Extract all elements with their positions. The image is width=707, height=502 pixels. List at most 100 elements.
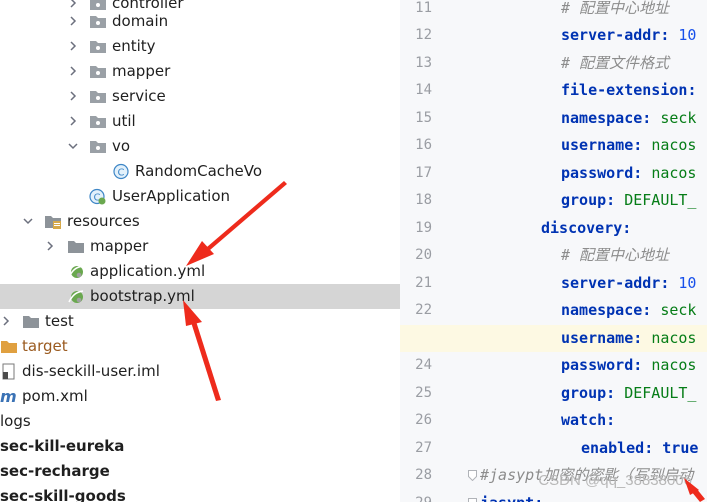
- yaml-key: :: [642, 301, 661, 319]
- folder-icon: [67, 238, 85, 255]
- code-line[interactable]: # 配置中心地址: [561, 242, 669, 270]
- line-number: 29: [400, 490, 432, 502]
- line-number: 20: [415, 247, 432, 263]
- tree-item-label: sec-recharge: [0, 462, 110, 480]
- tree-item-label: mapper: [90, 237, 149, 255]
- tree-item[interactable]: mapper: [0, 59, 400, 84]
- yaml-key: group: [561, 383, 607, 402]
- tree-item[interactable]: m pom.xml: [0, 384, 400, 409]
- code-line[interactable]: group: DEFAULT_: [561, 380, 696, 408]
- yaml-value: DEFAULT_: [624, 383, 697, 402]
- yaml-key: :: [660, 26, 679, 44]
- code-line[interactable]: namespace: seck: [561, 297, 696, 325]
- tree-item[interactable]: sec-recharge: [0, 459, 400, 484]
- tree-item[interactable]: C RandomCacheVo: [0, 159, 400, 184]
- chevron-right-icon[interactable]: [44, 240, 56, 252]
- line-number: 22: [415, 302, 432, 318]
- tree-item[interactable]: mapper: [0, 234, 400, 259]
- tree-item[interactable]: domain: [0, 9, 400, 34]
- tree-item-label: resources: [67, 212, 140, 230]
- chevron-right-icon[interactable]: [0, 315, 12, 327]
- fold-marker-icon[interactable]: [468, 497, 477, 502]
- fold-marker-icon[interactable]: [468, 470, 477, 481]
- resources-folder-icon: [44, 213, 62, 230]
- tree-item[interactable]: resources: [0, 209, 400, 234]
- code-line[interactable]: username: nacos: [561, 325, 696, 353]
- yaml-icon: [67, 288, 85, 305]
- yaml-value: DEFAULT_: [624, 191, 697, 209]
- yaml-key: :: [633, 356, 652, 374]
- code-line[interactable]: group: DEFAULT_: [561, 187, 696, 215]
- yaml-key: :: [660, 273, 679, 292]
- tree-item[interactable]: C UserApplication: [0, 184, 400, 209]
- tree-item[interactable]: entity: [0, 34, 400, 59]
- yaml-value: nacos: [651, 136, 697, 154]
- package-icon: [89, 13, 107, 30]
- code-line[interactable]: password: nacos: [561, 352, 696, 380]
- tree-item-label: dis-seckill-user.iml: [22, 362, 160, 380]
- tree-item[interactable]: application.yml: [0, 259, 400, 284]
- chevron-right-icon[interactable]: [67, 65, 79, 77]
- line-number: 11: [415, 0, 432, 16]
- yaml-key: username: [561, 136, 634, 154]
- comment-text: # 配置中心地址: [561, 0, 670, 17]
- yaml-value: 10: [678, 273, 697, 292]
- svg-text:C: C: [118, 168, 125, 179]
- code-line[interactable]: server-addr: 10: [561, 270, 696, 298]
- tree-item[interactable]: test: [0, 309, 400, 334]
- target-folder-icon: [0, 338, 18, 355]
- chevron-right-icon[interactable]: [67, 40, 79, 52]
- code-line[interactable]: file-extension:: [561, 77, 696, 105]
- code-line[interactable]: server-addr: 10: [561, 22, 696, 50]
- chevron-right-icon[interactable]: [67, 15, 79, 27]
- code-line[interactable]: username: nacos: [561, 132, 696, 160]
- spring-class-icon: C: [89, 188, 107, 205]
- tree-item-label: UserApplication: [112, 187, 231, 205]
- package-icon: [89, 63, 107, 80]
- tree-item-label: bootstrap.yml: [90, 287, 195, 305]
- tree-item[interactable]: dis-seckill-user.iml: [0, 359, 400, 384]
- project-tree: controller domain entity mapper service util v…: [0, 0, 400, 502]
- package-icon: [89, 138, 107, 155]
- code-line[interactable]: namespace: seck: [561, 105, 696, 133]
- yaml-key: group: [561, 191, 607, 209]
- code-editor[interactable]: 11121314151617181920212223242526272829 #…: [400, 0, 707, 502]
- package-icon: [89, 38, 107, 55]
- maven-icon: m: [0, 388, 18, 405]
- tree-item[interactable]: sec-kill-eureka: [0, 434, 400, 459]
- line-number: 27: [415, 439, 432, 456]
- tree-item[interactable]: service: [0, 84, 400, 109]
- tree-item[interactable]: sec-skill-goods: [0, 484, 400, 502]
- tree-item[interactable]: vo: [0, 134, 400, 159]
- tree-item-label: mapper: [112, 62, 171, 80]
- tree-item[interactable]: bootstrap.yml: [0, 284, 400, 309]
- yaml-key: :: [687, 81, 697, 99]
- yaml-key: jasypt: [480, 494, 534, 502]
- chevron-down-icon[interactable]: [67, 140, 79, 152]
- code-line[interactable]: # 配置中心地址: [561, 0, 669, 22]
- code-line[interactable]: enabled: true: [581, 435, 698, 463]
- yaml-key: :: [622, 218, 632, 237]
- code-line[interactable]: discovery:: [541, 215, 631, 243]
- comment-text: # 配置文件格式: [561, 53, 670, 72]
- package-icon: [89, 88, 107, 105]
- tree-item[interactable]: util: [0, 109, 400, 134]
- tree-item-label: target: [22, 337, 68, 355]
- code-line[interactable]: # 配置文件格式: [561, 50, 669, 78]
- code-line[interactable]: watch:: [561, 407, 615, 435]
- yaml-key: discovery: [541, 218, 623, 237]
- tree-item[interactable]: logs: [0, 409, 400, 434]
- comment-text: # 配置中心地址: [561, 246, 670, 264]
- chevron-down-icon[interactable]: [22, 215, 34, 227]
- chevron-right-icon[interactable]: [67, 0, 79, 9]
- line-number: 28: [415, 467, 432, 483]
- line-number: 16: [415, 137, 432, 153]
- code-line[interactable]: jasypt:: [480, 490, 543, 502]
- yaml-key: file-extension: [561, 81, 688, 99]
- chevron-right-icon[interactable]: [67, 90, 79, 102]
- chevron-right-icon[interactable]: [67, 115, 79, 127]
- tree-item[interactable]: target: [0, 334, 400, 359]
- code-line[interactable]: password: nacos: [561, 160, 696, 188]
- line-number: 12: [415, 27, 432, 43]
- line-number: 19: [415, 219, 432, 236]
